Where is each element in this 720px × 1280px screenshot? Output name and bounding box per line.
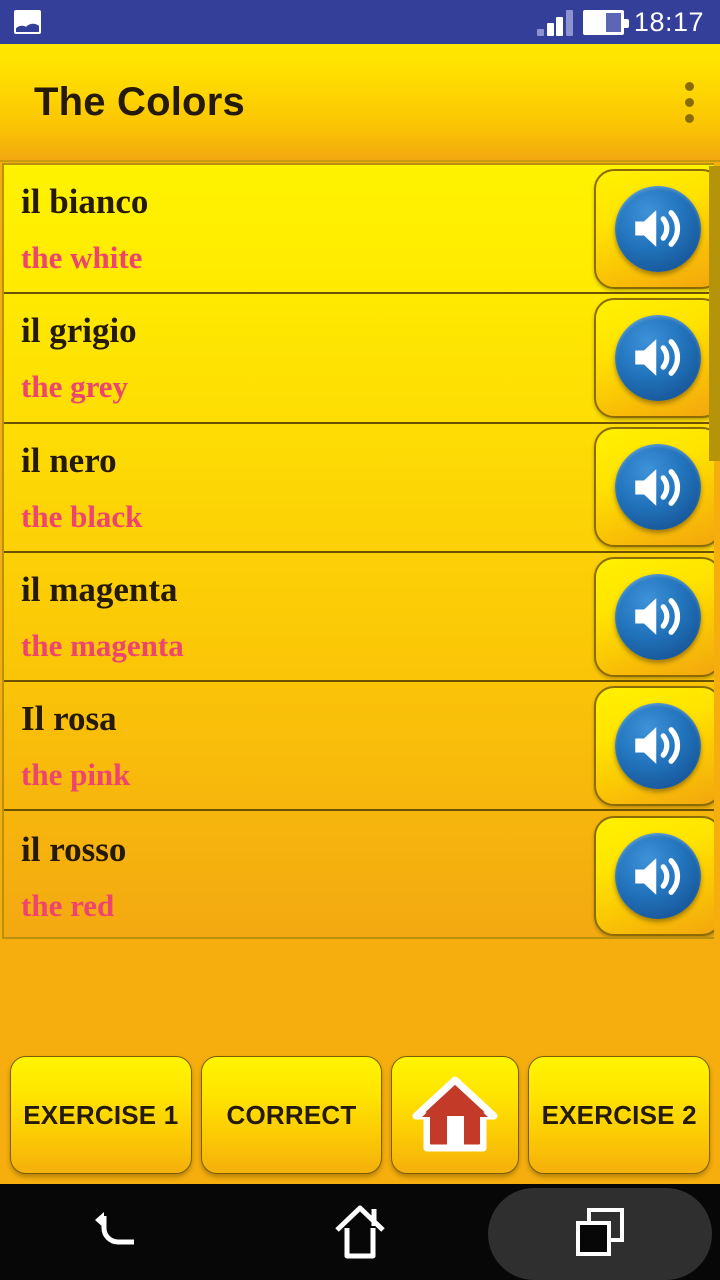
- speaker-button[interactable]: [594, 168, 714, 289]
- speaker-icon: [615, 444, 701, 531]
- battery-icon: [582, 9, 629, 35]
- back-arrow-icon: [95, 1212, 134, 1245]
- system-nav-bar: [0, 1184, 720, 1280]
- speaker-icon: [615, 185, 701, 272]
- speaker-button[interactable]: [594, 427, 714, 548]
- recents-squares-icon: [576, 1208, 624, 1256]
- nav-home-button[interactable]: [240, 1184, 480, 1280]
- home-button[interactable]: [391, 1056, 520, 1174]
- speaker-icon: [615, 314, 701, 401]
- exercise-2-button[interactable]: EXERCISE 2: [528, 1056, 711, 1174]
- home-outline-icon: [335, 1205, 385, 1259]
- status-bar: 18:17: [0, 0, 720, 44]
- list-item[interactable]: il nero the black: [4, 424, 714, 553]
- overflow-menu-icon[interactable]: [685, 81, 720, 123]
- app-bar: The Colors: [0, 44, 720, 162]
- speaker-button[interactable]: [594, 685, 714, 806]
- correct-button[interactable]: CORRECT: [200, 1056, 383, 1174]
- list-item[interactable]: il grigio the grey: [4, 294, 714, 424]
- word-list[interactable]: il bianco the white il grigio the grey i…: [2, 163, 714, 939]
- signal-bars-icon: [537, 8, 573, 36]
- speaker-icon: [615, 833, 701, 920]
- status-bar-indicators: 18:17: [537, 8, 720, 36]
- speaker-icon: [615, 702, 701, 789]
- speaker-button[interactable]: [594, 556, 714, 677]
- page-title: The Colors: [34, 79, 245, 124]
- speaker-icon: [615, 573, 701, 660]
- nav-recents-button[interactable]: [480, 1184, 720, 1280]
- list-scrollbar[interactable]: [709, 166, 720, 461]
- nav-back-button[interactable]: [0, 1184, 240, 1280]
- status-clock: 18:17: [633, 6, 704, 37]
- image-icon: [14, 10, 41, 34]
- speaker-button[interactable]: [594, 816, 714, 937]
- app-screen: 18:17 The Colors il bianco the white il …: [0, 0, 720, 1280]
- list-item[interactable]: Il rosa the pink: [4, 682, 714, 812]
- exercise-1-button[interactable]: EXERCISE 1: [10, 1056, 192, 1174]
- list-item[interactable]: il rosso the red: [4, 811, 714, 937]
- speaker-button[interactable]: [594, 297, 714, 418]
- status-bar-notifications: [0, 10, 41, 34]
- list-item[interactable]: il bianco the white: [4, 165, 714, 295]
- list-item[interactable]: il magenta the magenta: [4, 553, 714, 683]
- home-house-icon: [412, 1076, 498, 1152]
- bottom-action-bar: EXERCISE 1 CORRECT EXERCISE 2: [0, 1052, 720, 1178]
